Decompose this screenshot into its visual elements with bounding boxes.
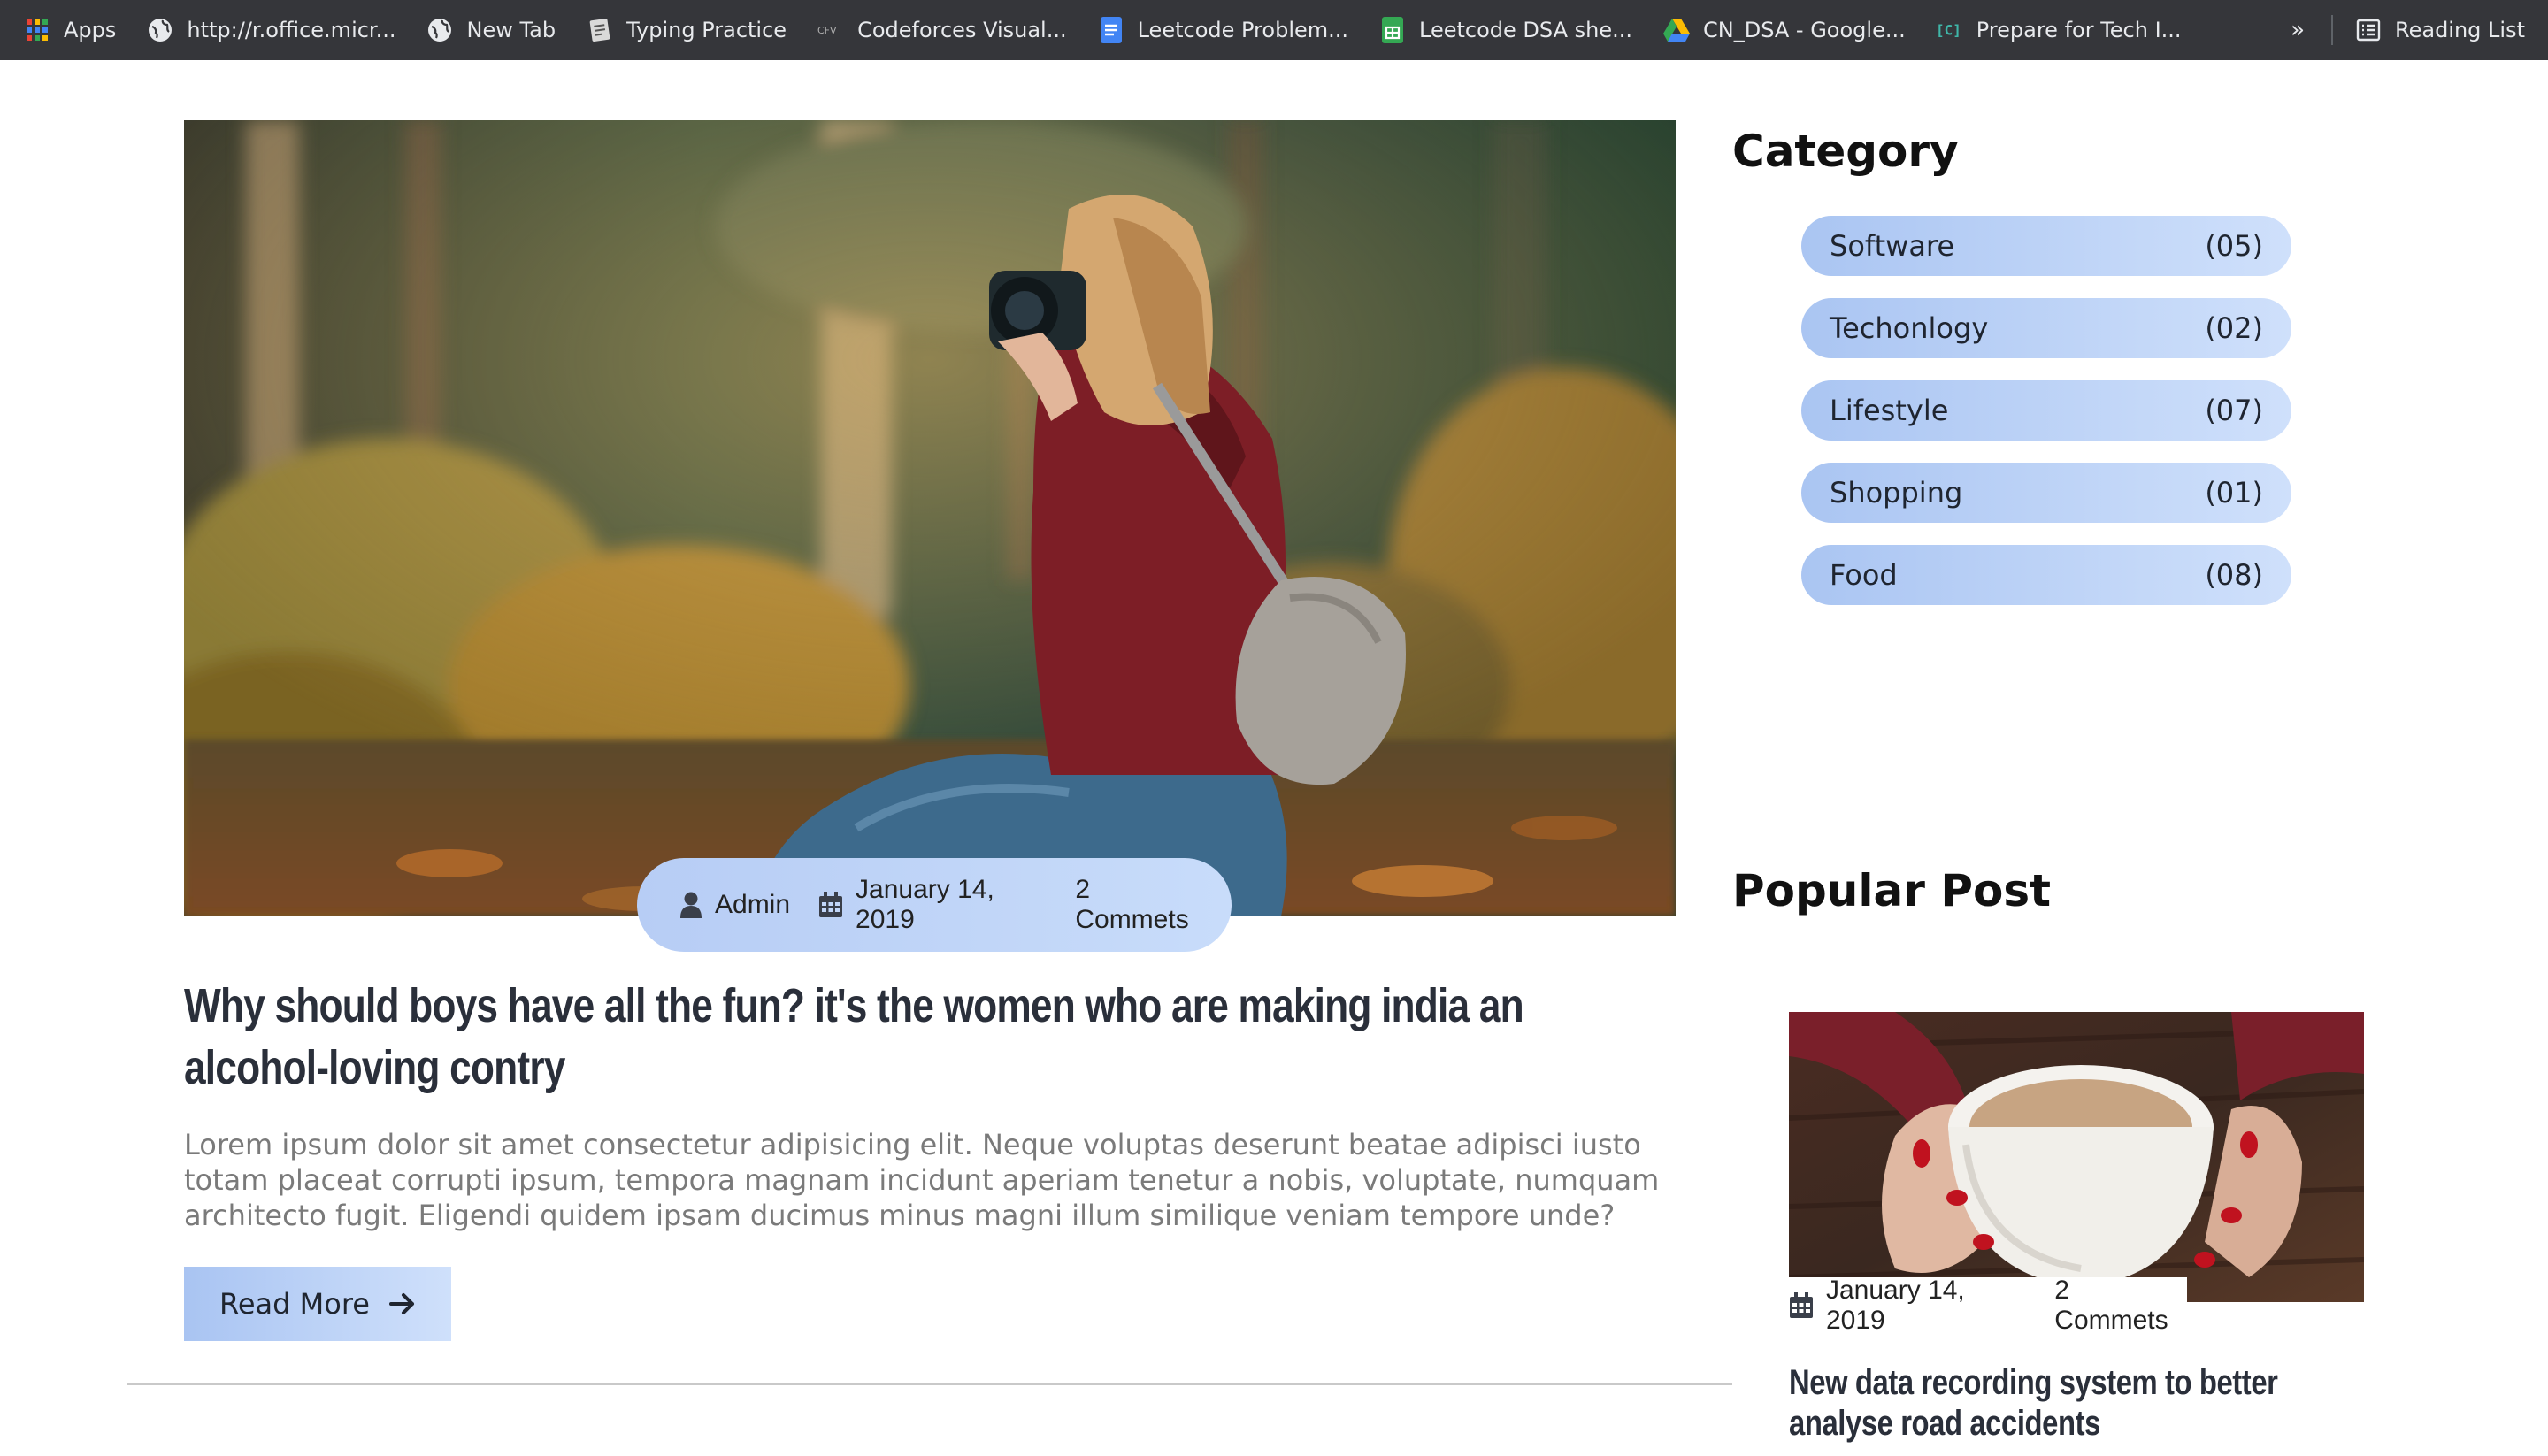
bookmark-codeforces-visual[interactable]: CFV Codeforces Visual...	[817, 16, 1067, 44]
bookmark-leetcode-problems[interactable]: Leetcode Problem...	[1097, 16, 1348, 44]
category-count: (02)	[2205, 311, 2263, 345]
popular-post-date: January 14, 2019	[1826, 1276, 1965, 1335]
category-item-software[interactable]: Software (05)	[1801, 216, 2291, 276]
user-icon	[679, 892, 702, 918]
code-bracket-icon: [C]	[1936, 16, 1964, 44]
bookmark-label: CN_DSA - Google...	[1703, 18, 1906, 42]
bookmark-label: Leetcode Problem...	[1137, 18, 1349, 42]
popular-post-comments[interactable]: 2 Commets	[2054, 1276, 2187, 1336]
forest-photographer-illustration	[184, 120, 1676, 916]
post-featured-image	[184, 120, 1676, 916]
bookmark-label: Codeforces Visual...	[857, 18, 1067, 42]
cfv-icon: CFV	[817, 16, 845, 44]
svg-text:CFV: CFV	[817, 25, 837, 36]
google-docs-icon	[1097, 16, 1125, 44]
popular-post-heading: Popular Post	[1732, 865, 2051, 916]
read-more-label: Read More	[219, 1287, 370, 1321]
globe-icon	[146, 16, 174, 44]
reading-list-icon	[2354, 16, 2383, 44]
category-count: (05)	[2205, 229, 2263, 263]
category-count: (08)	[2205, 558, 2263, 592]
reading-list-button[interactable]: Reading List	[2354, 16, 2525, 44]
bookmark-label: Typing Practice	[626, 18, 787, 42]
category-count: (07)	[2205, 394, 2263, 427]
bookmark-typing-practice[interactable]: Typing Practice	[586, 16, 787, 44]
apps-grid-icon	[23, 16, 51, 44]
category-name: Food	[1830, 558, 1898, 592]
category-name: Software	[1830, 229, 1955, 263]
popular-post-title[interactable]: New data recording system to better anal…	[1789, 1362, 2369, 1444]
post-excerpt: Lorem ipsum dolor sit amet consectetur a…	[184, 1128, 1660, 1232]
bookmark-leetcode-dsa-sheet[interactable]: Leetcode DSA she...	[1378, 16, 1632, 44]
post-divider	[127, 1383, 1732, 1385]
category-item-shopping[interactable]: Shopping (01)	[1801, 463, 2291, 523]
post-date-label: January 14, 2019	[856, 875, 994, 934]
bookmark-label: http://r.office.micr...	[187, 18, 396, 42]
calendar-icon	[818, 892, 843, 918]
post-author[interactable]: Admin	[679, 890, 790, 920]
post-date: January 14, 2019	[818, 875, 1047, 935]
bookmarks-divider	[2331, 15, 2333, 45]
bookmark-prepare-tech[interactable]: [C] Prepare for Tech I...	[1936, 16, 2182, 44]
svg-text:[C]: [C]	[1936, 22, 1961, 39]
post-meta-pill: Admin January 14, 2019 2 Commets	[637, 858, 1232, 952]
bookmark-new-tab[interactable]: New Tab	[426, 16, 556, 44]
bookmark-label: Apps	[64, 18, 117, 42]
category-item-technology[interactable]: Techonlogy (02)	[1801, 298, 2291, 358]
bookmark-label: Leetcode DSA she...	[1419, 18, 1632, 42]
category-heading: Category	[1732, 126, 1959, 177]
read-more-button[interactable]: Read More	[184, 1267, 451, 1341]
globe-icon	[426, 16, 454, 44]
category-item-lifestyle[interactable]: Lifestyle (07)	[1801, 380, 2291, 441]
arrow-right-icon	[388, 1292, 416, 1315]
post-author-label: Admin	[715, 890, 791, 919]
reading-list-label: Reading List	[2395, 18, 2525, 42]
post-comments-label: 2 Commets	[1075, 875, 1189, 934]
calendar-icon	[1789, 1292, 1814, 1319]
category-list: Software (05) Techonlogy (02) Lifestyle …	[1801, 216, 2291, 627]
bookmark-office[interactable]: http://r.office.micr...	[146, 16, 395, 44]
popular-post-meta: January 14, 2019 2 Commets	[1789, 1276, 2187, 1336]
post-comments[interactable]: 2 Commets	[1075, 875, 1203, 935]
bookmark-cn-dsa[interactable]: CN_DSA - Google...	[1662, 16, 1906, 44]
typing-practice-icon	[586, 16, 614, 44]
coffee-cup-illustration	[1789, 1012, 2364, 1302]
category-name: Shopping	[1830, 476, 1963, 510]
google-sheets-icon	[1378, 16, 1407, 44]
bookmark-label: New Tab	[466, 18, 556, 42]
bookmarks-bar: Apps http://r.office.micr... New Tab Typ…	[0, 0, 2548, 60]
popular-post-image[interactable]	[1789, 1012, 2364, 1302]
post-title[interactable]: Why should boys have all the fun? it's t…	[184, 975, 1664, 1099]
category-name: Techonlogy	[1830, 311, 1989, 345]
category-name: Lifestyle	[1830, 394, 1949, 427]
category-item-food[interactable]: Food (08)	[1801, 545, 2291, 605]
bookmark-apps[interactable]: Apps	[23, 16, 116, 44]
category-count: (01)	[2205, 476, 2263, 510]
bookmark-label: Prepare for Tech I...	[1976, 18, 2182, 42]
google-drive-icon	[1662, 16, 1691, 44]
more-bookmarks-button[interactable]: »	[2291, 17, 2305, 43]
